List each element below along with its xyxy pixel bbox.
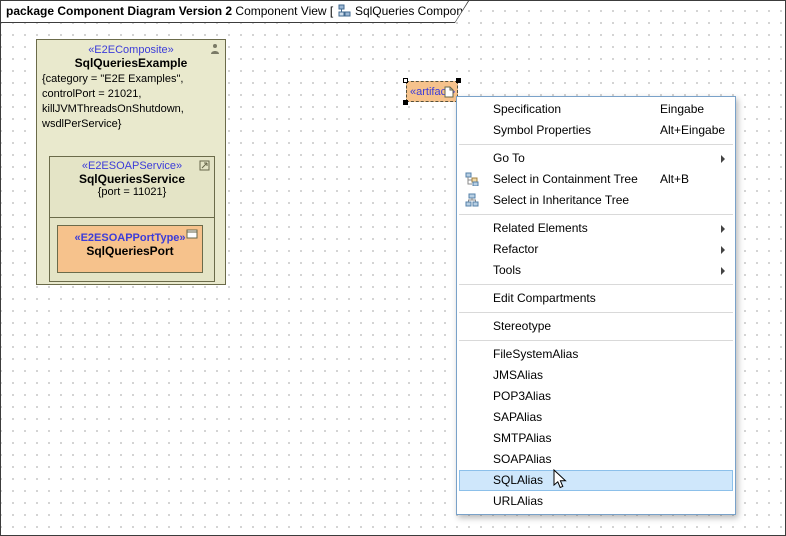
menu-item-select-in-inheritance-tree[interactable]: Select in Inheritance Tree: [457, 190, 735, 211]
menu-item-shortcut: Alt+Eingabe: [660, 120, 725, 141]
service-icon: [199, 160, 210, 171]
menu-item-smtpalias[interactable]: SMTPAlias: [457, 428, 735, 449]
menu-item-go-to[interactable]: Go To: [457, 148, 735, 169]
menu-separator: [459, 144, 733, 145]
package-keyword: package: [6, 4, 54, 18]
component-stereotype: «E2EComposite»: [37, 44, 225, 56]
menu-item-label: SQLAlias: [493, 473, 543, 487]
menu-item-label: Stereotype: [493, 319, 551, 333]
diagram-title: Component Diagram Version 2: [57, 4, 232, 18]
selection-handle[interactable]: [456, 78, 461, 83]
component-property: wsdlPerService}: [42, 117, 220, 132]
menu-item-label: Symbol Properties: [493, 123, 591, 137]
submenu-arrow-icon: [721, 246, 725, 254]
menu-separator: [459, 284, 733, 285]
submenu-arrow-icon: [721, 225, 725, 233]
view-label: Component View [: [235, 4, 333, 18]
menu-item-shortcut: Alt+B: [660, 169, 689, 190]
component-property: controlPort = 21021,: [42, 87, 220, 102]
component-name: SqlQueriesExample: [37, 56, 225, 70]
menu-item-label: Specification: [493, 102, 561, 116]
menu-item-sqlalias[interactable]: SQLAlias: [459, 470, 733, 491]
compartment-divider: [50, 217, 214, 218]
menu-separator: [459, 312, 733, 313]
menu-item-refactor[interactable]: Refactor: [457, 239, 735, 260]
menu-item-label: SAPAlias: [493, 410, 542, 424]
selection-handle[interactable]: [403, 78, 408, 83]
service-stereotype: «E2ESOAPService»: [50, 160, 214, 172]
menu-item-label: SMTPAlias: [493, 431, 551, 445]
menu-item-related-elements[interactable]: Related Elements: [457, 218, 735, 239]
menu-item-filesystemalias[interactable]: FileSystemAlias: [457, 344, 735, 365]
menu-item-label: FileSystemAlias: [493, 347, 578, 361]
package-header: package Component Diagram Version 2 Comp…: [1, 1, 469, 23]
service-name: SqlQueriesService: [50, 172, 214, 186]
composite-figure-icon: [209, 43, 221, 55]
menu-item-soapalias[interactable]: SOAPAlias: [457, 449, 735, 470]
component-property: killJVMThreadsOnShutdown,: [42, 102, 220, 117]
menu-item-label: Select in Inheritance Tree: [493, 193, 629, 207]
diagram-name: SqlQueries Components: [355, 4, 486, 18]
component-sqlqueriesport[interactable]: «E2ESOAPPortType» SqlQueriesPort: [57, 225, 203, 273]
menu-separator: [459, 340, 733, 341]
menu-item-stereotype[interactable]: Stereotype: [457, 316, 735, 337]
menu-item-specification[interactable]: Specification Eingabe: [457, 99, 735, 120]
menu-item-label: SOAPAlias: [493, 452, 551, 466]
menu-item-edit-compartments[interactable]: Edit Compartments: [457, 288, 735, 309]
menu-item-sapalias[interactable]: SAPAlias: [457, 407, 735, 428]
port-stereotype: «E2ESOAPPortType»: [58, 232, 202, 244]
mouse-cursor-icon: [553, 469, 567, 490]
menu-item-jmsalias[interactable]: JMSAlias: [457, 365, 735, 386]
bracket-close: ]: [489, 4, 492, 18]
menu-item-symbol-properties[interactable]: Symbol Properties Alt+Eingabe: [457, 120, 735, 141]
diagram-canvas[interactable]: package Component Diagram Version 2 Comp…: [0, 0, 786, 536]
containment-tree-icon: [465, 172, 479, 186]
artifact-shape[interactable]: «artifact»: [406, 81, 458, 102]
inheritance-tree-icon: [465, 193, 479, 207]
context-menu: Specification Eingabe Symbol Properties …: [456, 96, 736, 515]
menu-item-shortcut: Eingabe: [660, 99, 704, 120]
component-sqlqueriesservice[interactable]: «E2ESOAPService» SqlQueriesService {port…: [49, 156, 215, 282]
component-sqlqueriesexample[interactable]: «E2EComposite» SqlQueriesExample {catego…: [36, 39, 226, 285]
service-port-tag: {port = 11021}: [50, 186, 214, 198]
menu-item-label: Go To: [493, 151, 525, 165]
diagram-icon: [338, 4, 351, 17]
menu-item-label: JMSAlias: [493, 368, 543, 382]
submenu-arrow-icon: [721, 155, 725, 163]
porttype-icon: [186, 229, 198, 239]
menu-item-label: Edit Compartments: [493, 291, 596, 305]
menu-item-label: URLAlias: [493, 494, 543, 508]
component-property: {category = "E2E Examples",: [42, 72, 220, 87]
menu-item-label: Related Elements: [493, 221, 588, 235]
artifact-page-icon: [444, 86, 454, 98]
menu-separator: [459, 214, 733, 215]
submenu-arrow-icon: [721, 267, 725, 275]
menu-item-label: Tools: [493, 263, 521, 277]
menu-item-pop3alias[interactable]: POP3Alias: [457, 386, 735, 407]
port-name: SqlQueriesPort: [58, 244, 202, 258]
selection-handle[interactable]: [403, 100, 408, 105]
menu-item-label: Select in Containment Tree: [493, 172, 638, 186]
menu-item-urlalias[interactable]: URLAlias: [457, 491, 735, 512]
menu-item-label: POP3Alias: [493, 389, 551, 403]
menu-item-tools[interactable]: Tools: [457, 260, 735, 281]
menu-item-label: Refactor: [493, 242, 538, 256]
menu-item-select-in-containment-tree[interactable]: Select in Containment Tree Alt+B: [457, 169, 735, 190]
